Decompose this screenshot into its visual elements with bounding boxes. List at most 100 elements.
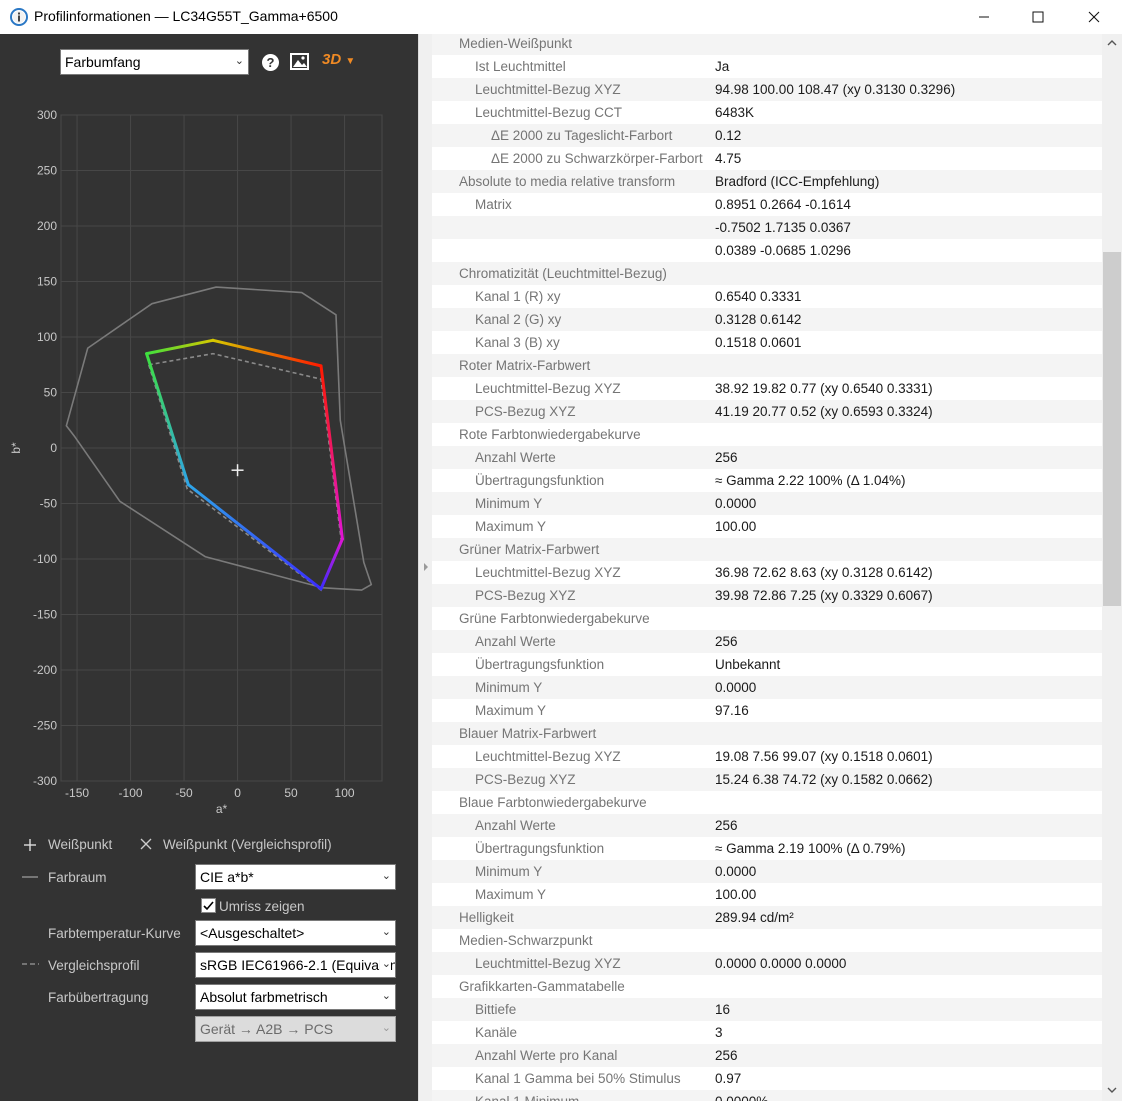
info-row[interactable]: Minimum Y 0.0000 [432, 492, 1102, 515]
colorspace-select[interactable]: CIE a*b* ⌄ [195, 864, 396, 890]
info-row[interactable]: Leuchtmittel-Bezug XYZ 0.0000 0.0000 0.00… [432, 952, 1102, 975]
info-row[interactable]: 0.0389 -0.0685 1.0296 [432, 239, 1102, 262]
info-row[interactable]: Kanal 2 (G) xy 0.3128 0.6142 [432, 308, 1102, 331]
chevron-down-icon: ⌄ [234, 55, 244, 67]
intent-select[interactable]: Absolut farbmetrisch ⌄ [195, 984, 396, 1010]
scrollbar-thumb[interactable] [1103, 252, 1121, 606]
x-tick-label: 0 [234, 786, 241, 800]
info-row[interactable]: Kanäle 3 [432, 1021, 1102, 1044]
info-row[interactable]: Anzahl Werte pro Kanal 256 [432, 1044, 1102, 1067]
info-row[interactable]: PCS-Bezug XYZ 39.98 72.86 7.25 (xy 0.3329… [432, 584, 1102, 607]
panel-splitter[interactable] [418, 34, 433, 1101]
minimize-button[interactable] [961, 0, 1007, 34]
info-key: Grüne Farbtonwiedergabekurve [459, 611, 650, 626]
direction-select: Gerät → A2B → PCS ⌄ [195, 1016, 396, 1042]
info-row[interactable]: Leuchtmittel-Bezug XYZ 38.92 19.82 0.77 (… [432, 377, 1102, 400]
info-row[interactable]: -0.7502 1.7135 0.0367 [432, 216, 1102, 239]
info-row[interactable]: Anzahl Werte 256 [432, 446, 1102, 469]
vertical-scrollbar[interactable] [1102, 34, 1122, 1101]
info-row[interactable]: Übertragungsfunktion ≈ Gamma 2.19 100% (Δ… [432, 837, 1102, 860]
y-tick-label: -50 [40, 497, 58, 511]
info-row[interactable]: Anzahl Werte 256 [432, 814, 1102, 837]
whitepoint-marker [231, 464, 244, 477]
gamut-chart[interactable]: -150 -100 -50 0 50 100 300 250 200 150 100 50 0 -50 -1… [0, 100, 418, 820]
info-key: ΔE 2000 zu Tageslicht-Farbort [491, 128, 673, 143]
info-key: Kanäle [475, 1025, 518, 1040]
info-key: Leuchtmittel-Bezug XYZ [475, 749, 621, 764]
info-row[interactable]: Absolute to media relative transform Brad… [432, 170, 1102, 193]
svg-text:?: ? [267, 55, 275, 70]
info-row[interactable]: Minimum Y 0.0000 [432, 676, 1102, 699]
info-key: Helligkeit [459, 910, 514, 925]
chevron-down-icon: ⌄ [381, 870, 391, 882]
cct-curve-select[interactable]: <Ausgeschaltet> ⌄ [195, 920, 396, 946]
info-row[interactable]: Roter Matrix-Farbwert [432, 354, 1102, 377]
question-icon[interactable]: ? [261, 53, 280, 72]
profile-gamut-edge [145, 352, 190, 487]
info-value: 0.0389 -0.0685 1.0296 [715, 243, 851, 258]
info-row[interactable]: Kanal 1 (R) xy 0.6540 0.3331 [432, 285, 1102, 308]
info-row[interactable]: PCS-Bezug XYZ 15.24 6.38 74.72 (xy 0.1582… [432, 768, 1102, 791]
info-row[interactable]: Leuchtmittel-Bezug CCT 6483K [432, 101, 1102, 124]
y-tick-label: -250 [33, 719, 57, 733]
info-row[interactable]: Blauer Matrix-Farbwert [432, 722, 1102, 745]
info-row[interactable]: PCS-Bezug XYZ 41.19 20.77 0.52 (xy 0.6593… [432, 400, 1102, 423]
info-row[interactable]: Übertragungsfunktion Unbekannt [432, 653, 1102, 676]
info-value: 19.08 7.56 99.07 (xy 0.1518 0.0601) [715, 749, 933, 764]
info-row[interactable]: Helligkeit 289.94 cd/m² [432, 906, 1102, 929]
info-key: Blauer Matrix-Farbwert [459, 726, 597, 741]
info-row[interactable]: Maximum Y 100.00 [432, 883, 1102, 906]
cct-curve-select-value: <Ausgeschaltet> [200, 925, 305, 941]
info-row[interactable]: Leuchtmittel-Bezug XYZ 19.08 7.56 99.07 (… [432, 745, 1102, 768]
info-row[interactable]: Grüne Farbtonwiedergabekurve [432, 607, 1102, 630]
info-row[interactable]: Leuchtmittel-Bezug XYZ 94.98 100.00 108.4… [432, 78, 1102, 101]
info-row[interactable]: Medien-Schwarzpunkt [432, 929, 1102, 952]
info-key: Bittiefe [475, 1002, 517, 1017]
info-row[interactable]: ΔE 2000 zu Tageslicht-Farbort 0.12 [432, 124, 1102, 147]
info-row[interactable]: Ist Leuchtmittel Ja [432, 55, 1102, 78]
info-value: ≈ Gamma 2.19 100% (Δ 0.79%) [715, 841, 906, 856]
info-row[interactable]: Kanal 1 Gamma bei 50% Stimulus 0.97 [432, 1067, 1102, 1090]
info-row[interactable]: Rote Farbtonwiedergabekurve [432, 423, 1102, 446]
profile-info-table: Medien-Weißpunkt Ist Leuchtmittel Ja Leucht… [432, 34, 1102, 1101]
info-value: 6483K [715, 105, 755, 120]
info-value: 289.94 cd/m² [715, 910, 794, 925]
info-row[interactable]: Chromatizität (Leuchtmittel-Bezug) [432, 262, 1102, 285]
profile-gamut-edge [211, 338, 323, 368]
info-value: Unbekannt [715, 657, 781, 672]
info-row[interactable]: Grafikkarten-Gammatabelle [432, 975, 1102, 998]
info-row[interactable]: ΔE 2000 zu Schwarzkörper-Farbort 4.75 [432, 147, 1102, 170]
info-row[interactable]: Übertragungsfunktion ≈ Gamma 2.22 100% (Δ… [432, 469, 1102, 492]
info-row[interactable]: Kanal 3 (B) xy 0.1518 0.0601 [432, 331, 1102, 354]
image-icon[interactable] [290, 53, 309, 70]
view-select[interactable]: Farbumfang ⌄ [60, 49, 249, 75]
info-value: 0.0000% [715, 1094, 768, 1101]
info-row[interactable]: Maximum Y 97.16 [432, 699, 1102, 722]
3d-view-button[interactable]: 3D ▼ [322, 51, 355, 68]
y-tick-label: 100 [37, 330, 57, 344]
info-row[interactable]: Minimum Y 0.0000 [432, 860, 1102, 883]
info-row[interactable]: Maximum Y 100.00 [432, 515, 1102, 538]
compare-profile-select[interactable]: sRGB IEC61966-2.1 (Equivalen ⌄ [195, 952, 396, 978]
info-row[interactable]: Grüner Matrix-Farbwert [432, 538, 1102, 561]
whitepoint-compare-label: Weißpunkt (Vergleichsprofil) [163, 837, 332, 852]
info-row[interactable]: Matrix 0.8951 0.2664 -0.1614 [432, 193, 1102, 216]
info-value: 36.98 72.62 8.63 (xy 0.3128 0.6142) [715, 565, 933, 580]
info-row[interactable]: Medien-Weißpunkt [432, 34, 1102, 55]
info-row[interactable]: Anzahl Werte 256 [432, 630, 1102, 653]
info-row[interactable]: Leuchtmittel-Bezug XYZ 36.98 72.62 8.63 (… [432, 561, 1102, 584]
info-value: 100.00 [715, 887, 757, 902]
info-key: Leuchtmittel-Bezug CCT [475, 105, 623, 120]
info-row[interactable]: Bittiefe 16 [432, 998, 1102, 1021]
close-button[interactable] [1071, 0, 1117, 34]
info-key: Minimum Y [475, 496, 543, 511]
info-key: Roter Matrix-Farbwert [459, 358, 591, 373]
info-row[interactable]: Kanal 1 Minimum 0.0000% [432, 1090, 1102, 1101]
maximize-button[interactable] [1015, 0, 1061, 34]
outline-checkbox[interactable] [201, 898, 216, 913]
chevron-down-icon: ⌄ [381, 1022, 391, 1034]
scroll-up-icon[interactable] [1107, 39, 1117, 47]
info-row[interactable]: Blaue Farbtonwiedergabekurve [432, 791, 1102, 814]
scroll-down-icon[interactable] [1107, 1086, 1117, 1094]
y-tick-label: 250 [37, 164, 57, 178]
